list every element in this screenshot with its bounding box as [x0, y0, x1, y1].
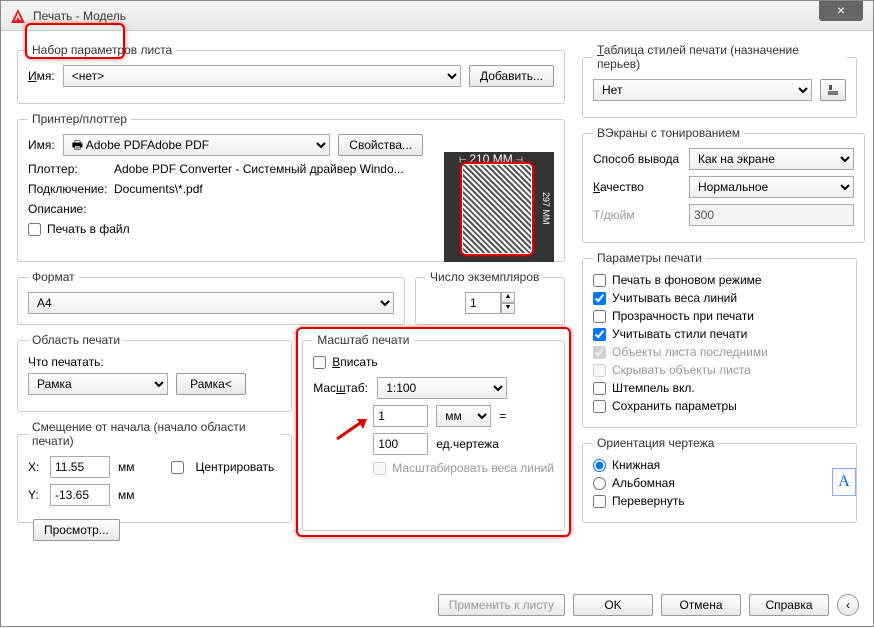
apply-button: Применить к листу [438, 594, 565, 616]
collapse-button[interactable]: ‹ [837, 594, 859, 616]
help-button[interactable]: Справка [749, 594, 829, 616]
app-icon [9, 7, 27, 25]
print-dialog: Печать - Модель × Набор параметров листа… [0, 0, 874, 627]
ok-button[interactable]: OK [573, 594, 653, 616]
preview-button[interactable]: Просмотр... [33, 519, 120, 541]
window-title: Печать - Модель [33, 9, 126, 23]
cancel-button[interactable]: Отмена [661, 594, 741, 616]
titlebar: Печать - Модель × [1, 1, 873, 31]
chevron-left-icon: ‹ [846, 598, 850, 612]
close-button[interactable]: × [819, 1, 863, 21]
